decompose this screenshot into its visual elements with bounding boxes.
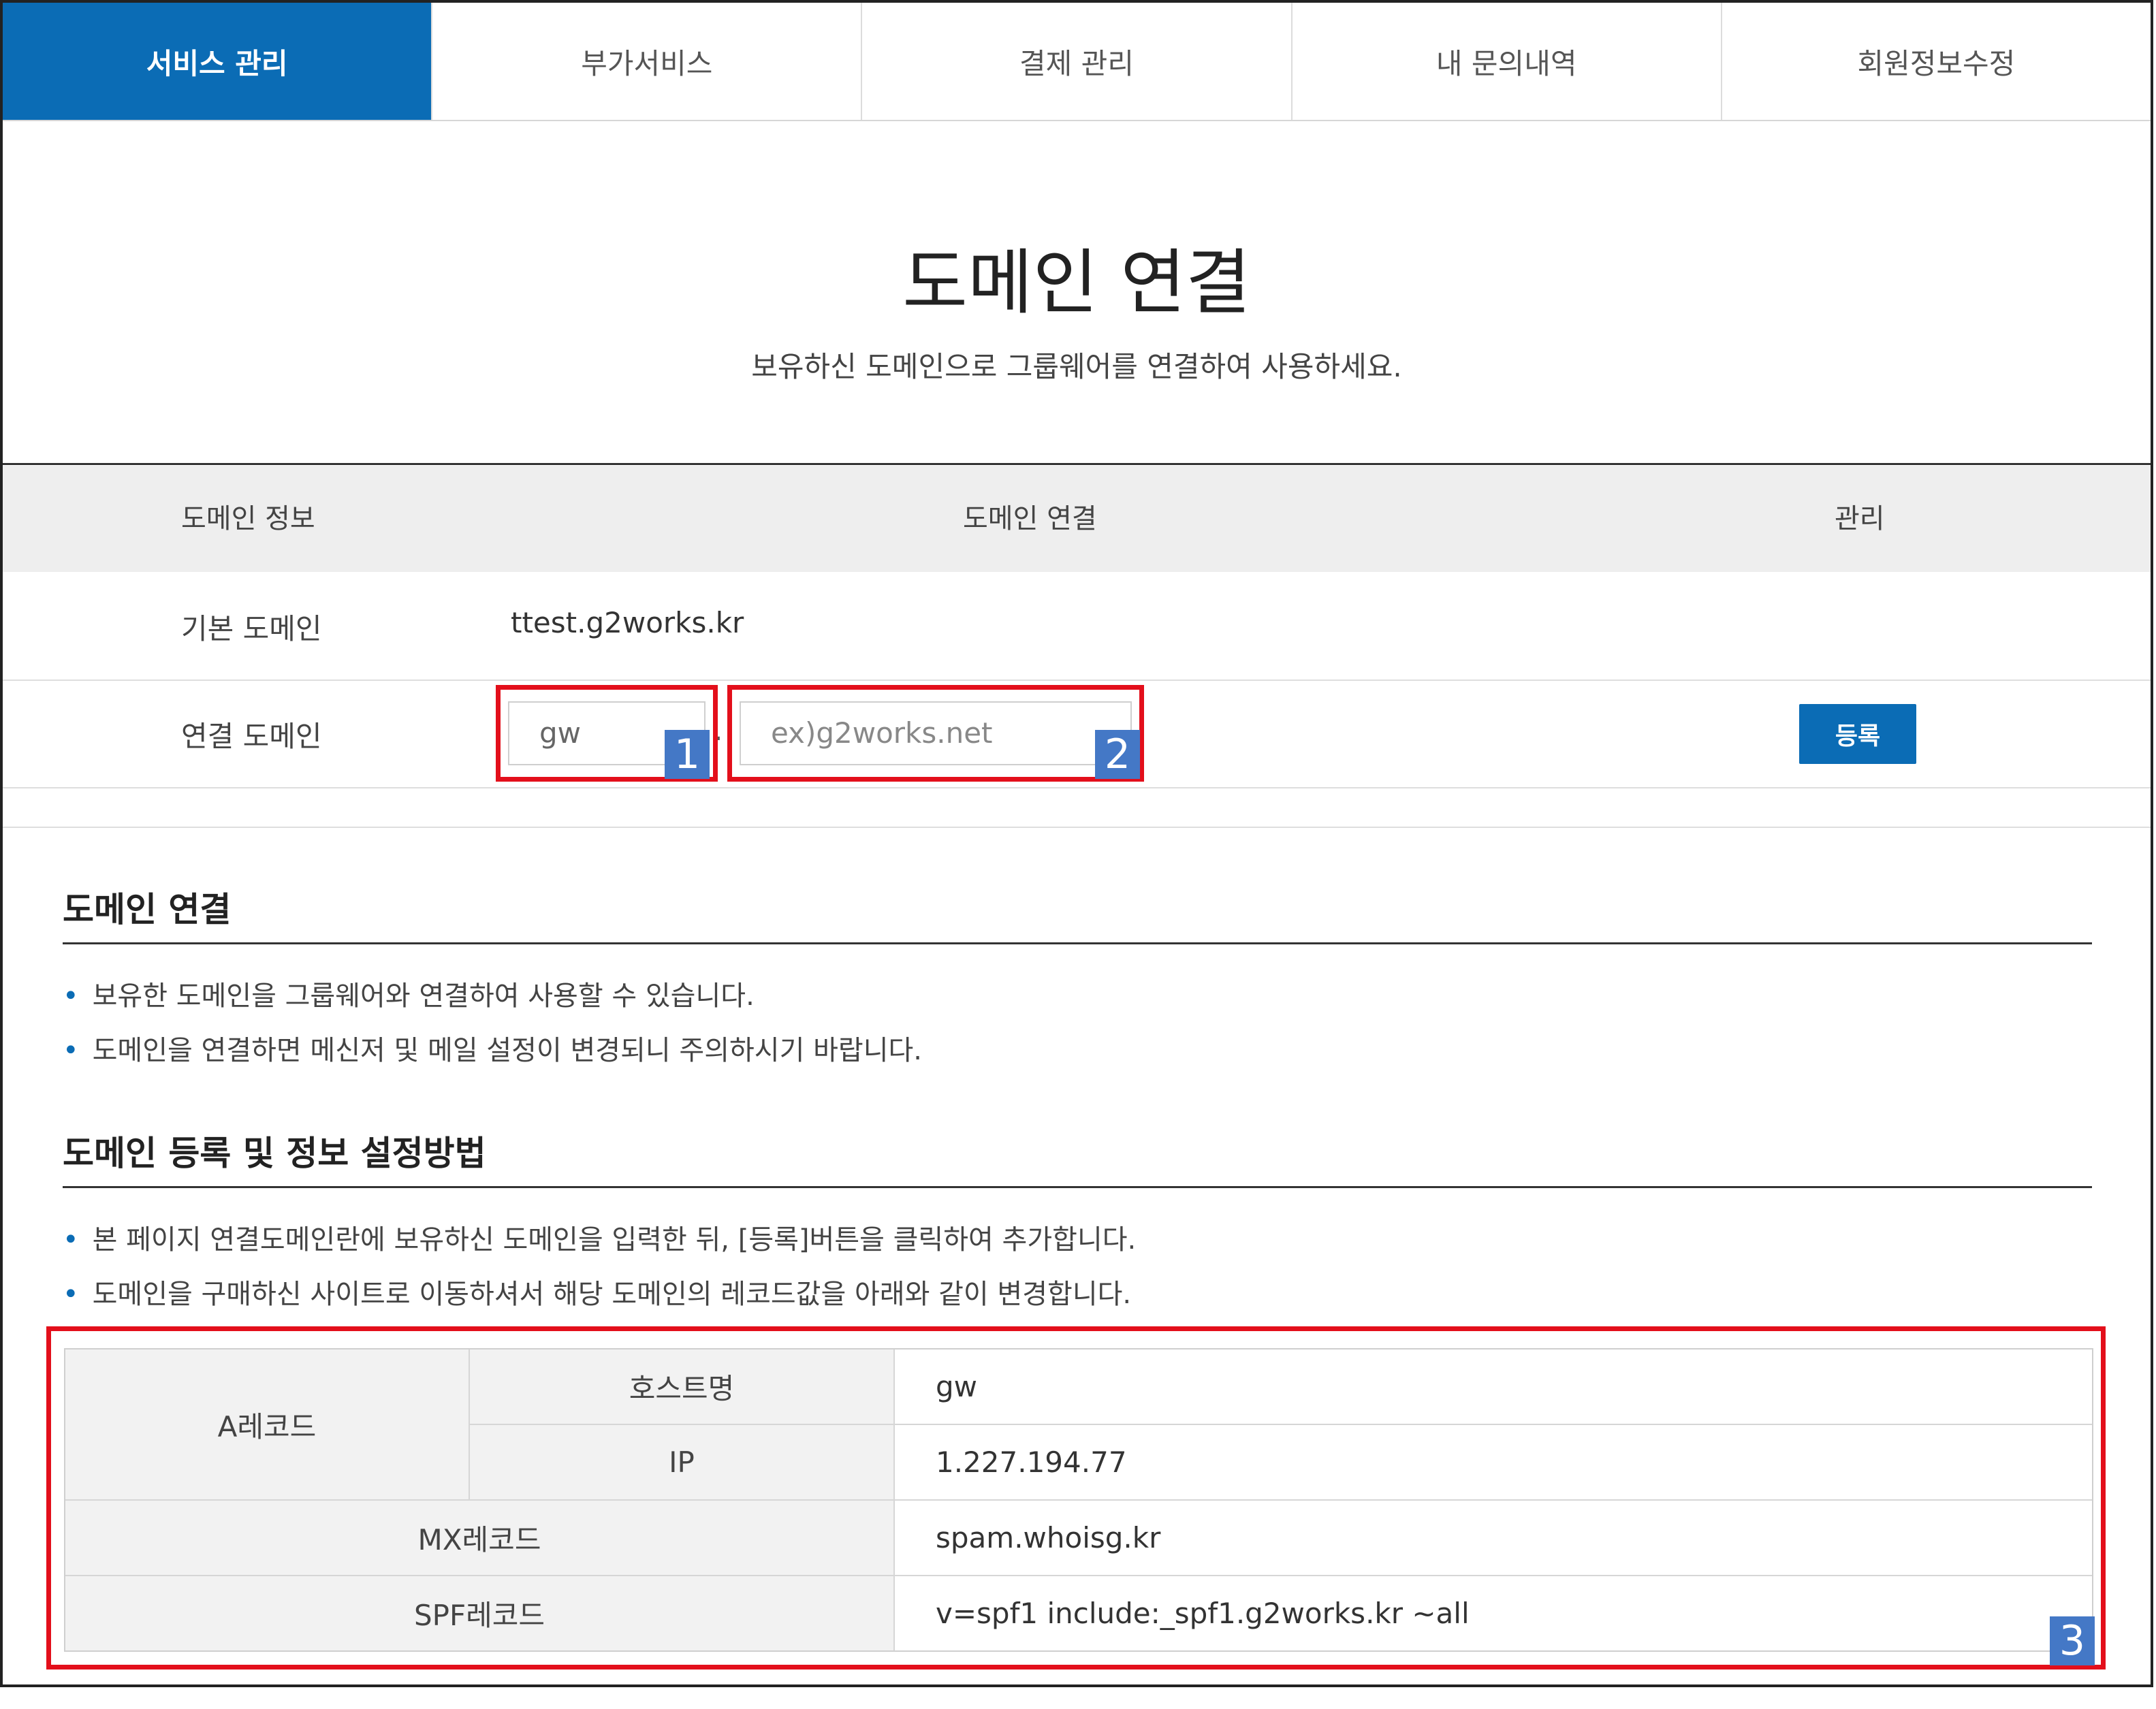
bullet-dot: • (63, 1279, 79, 1310)
connect-domain-label: 연결 도메인 (181, 720, 322, 753)
bullet-text: 도메인을 구매하신 사이트로 이동하셔서 해당 도메인의 레코드값을 아래와 같… (92, 1279, 1132, 1310)
register-button[interactable]: 등록 (1799, 704, 1916, 764)
section-domain-connect-rule (63, 942, 2092, 944)
header-manage: 관리 (1835, 503, 1885, 534)
tab-my-inquiries[interactable]: 내 문의내역 (1292, 3, 1722, 120)
header-divider (3, 463, 2151, 465)
header-domain-connect: 도메인 연결 (963, 503, 1097, 534)
basic-domain-value: ttest.g2works.kr (511, 606, 744, 639)
section-domain-connect-title: 도메인 연결 (63, 890, 232, 929)
bullet-text: 본 페이지 연결도메인란에 보유하신 도메인을 입력한 뒤, [등록]버튼을 클… (92, 1224, 1137, 1256)
bullet-dot: • (63, 1224, 79, 1256)
bullet-dot: • (63, 1035, 79, 1066)
page-subtitle: 보유하신 도메인으로 그룹웨어를 연결하여 사용하세요. (751, 350, 1402, 383)
list-item: • 본 페이지 연결도메인란에 보유하신 도메인을 입력한 뒤, [등록]버튼을 … (63, 1217, 1136, 1257)
section-registration-rule (63, 1186, 2092, 1188)
list-item: • 도메인을 연결하면 메신저 및 메일 설정이 변경되니 주의하시기 바랍니다. (63, 1028, 922, 1068)
bullet-text: 보유한 도메인을 그룹웨어와 연결하여 사용할 수 있습니다. (92, 980, 755, 1012)
form-divider (3, 827, 2151, 828)
list-item: • 도메인을 구매하신 사이트로 이동하셔서 해당 도메인의 레코드값을 아래와 … (63, 1272, 1131, 1311)
highlight-box-records (46, 1326, 2106, 1670)
basic-domain-row: 기본 도메인 ttest.g2works.kr (3, 572, 2151, 681)
domain-table-header: 도메인 정보 도메인 연결 관리 (3, 466, 2151, 572)
page-title: 도메인 연결 (902, 241, 1251, 324)
annotation-badge-3: 3 (2050, 1616, 2095, 1665)
tab-edit-member-info[interactable]: 회원정보수정 (1722, 3, 2151, 120)
tab-additional-services[interactable]: 부가서비스 (432, 3, 863, 120)
header-domain-info: 도메인 정보 (181, 503, 315, 534)
annotation-badge-2: 2 (1095, 730, 1140, 779)
basic-domain-label: 기본 도메인 (181, 612, 322, 645)
section-registration-title: 도메인 등록 및 정보 설정방법 (63, 1134, 486, 1173)
list-item: • 보유한 도메인을 그룹웨어와 연결하여 사용할 수 있습니다. (63, 974, 755, 1013)
top-tab-bar: 서비스 관리 부가서비스 결제 관리 내 문의내역 회원정보수정 (3, 3, 2151, 121)
bullet-dot: • (63, 980, 79, 1012)
tab-service-management[interactable]: 서비스 관리 (3, 3, 433, 120)
bullet-text: 도메인을 연결하면 메신저 및 메일 설정이 변경되니 주의하시기 바랍니다. (92, 1035, 923, 1066)
highlight-box-domain (727, 685, 1144, 782)
tab-payment-management[interactable]: 결제 관리 (862, 3, 1293, 120)
annotation-badge-1: 1 (665, 730, 710, 779)
